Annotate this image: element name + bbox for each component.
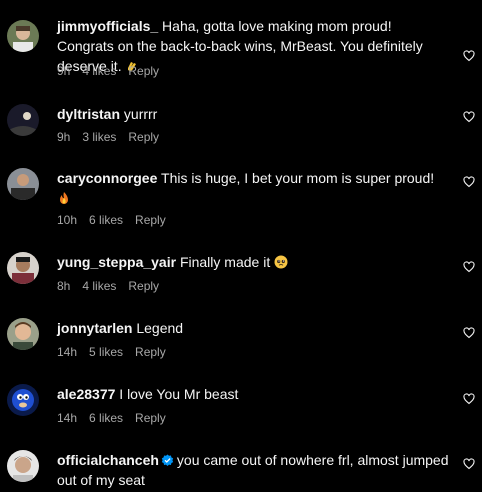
comment-meta: 8h 4 likes Reply	[57, 278, 171, 294]
like-heart-icon[interactable]	[463, 50, 475, 62]
comment-time: 9h	[57, 130, 71, 144]
comment-text: yurrrr	[120, 106, 158, 122]
reply-button[interactable]: Reply	[135, 410, 166, 426]
comment-body: yung_steppa_yair Finally made it	[57, 252, 450, 272]
like-heart-icon[interactable]	[463, 176, 475, 188]
comment-body: ale28377 I love You Mr beast	[57, 384, 450, 404]
comment-username[interactable]: jonnytarlen	[57, 320, 132, 336]
reply-button[interactable]: Reply	[128, 278, 159, 294]
comment-meta: 9h 4 likes Reply	[57, 63, 171, 79]
comment-body: dyltristan yurrrr	[57, 104, 450, 124]
like-heart-icon[interactable]	[463, 327, 475, 339]
comment-text: Finally made it	[176, 254, 275, 270]
comment-body: caryconnorgee This is huge, I bet your m…	[57, 168, 450, 208]
comment-username[interactable]: dyltristan	[57, 106, 120, 122]
avatar[interactable]	[7, 20, 39, 52]
comment-likes[interactable]: 3 likes	[82, 129, 116, 145]
comment-time: 9h	[57, 64, 71, 78]
comment-text: This is huge, I bet your mom is super pr…	[157, 170, 435, 186]
avatar[interactable]	[7, 252, 39, 284]
comment-time: 8h	[57, 279, 71, 293]
comment-username[interactable]: jimmyofficials_	[57, 18, 158, 34]
avatar[interactable]	[7, 384, 39, 416]
comment-meta: 14h 6 likes Reply	[57, 410, 178, 426]
comment-likes[interactable]: 5 likes	[89, 344, 123, 360]
comment-time: 14h	[57, 411, 78, 425]
like-heart-icon[interactable]	[463, 458, 475, 470]
reply-button[interactable]: Reply	[135, 344, 166, 360]
like-heart-icon[interactable]	[463, 261, 475, 273]
comment-time: 10h	[57, 213, 78, 227]
comment-likes[interactable]: 6 likes	[89, 410, 123, 426]
verified-badge-icon	[161, 454, 174, 467]
avatar[interactable]	[7, 318, 39, 350]
comment-likes[interactable]: 4 likes	[82, 278, 116, 294]
comment-body: officialchanceh you came out of nowhere f…	[57, 450, 450, 490]
avatar[interactable]	[7, 104, 39, 136]
comment-username[interactable]: ale28377	[57, 386, 115, 402]
reply-button[interactable]: Reply	[128, 129, 159, 145]
comment-text: Legend	[132, 320, 184, 336]
comment-likes[interactable]: 4 likes	[82, 63, 116, 79]
avatar[interactable]	[7, 450, 39, 482]
comment-likes[interactable]: 6 likes	[89, 212, 123, 228]
avatar[interactable]	[7, 168, 39, 200]
comment-username[interactable]: yung_steppa_yair	[57, 254, 176, 270]
fire-icon	[57, 191, 71, 205]
comment-text: I love You Mr beast	[115, 386, 239, 402]
comment-username[interactable]: caryconnorgee	[57, 170, 157, 186]
comment-body: jonnytarlen Legend	[57, 318, 450, 338]
pleading-face-icon	[274, 255, 288, 269]
like-heart-icon[interactable]	[463, 111, 475, 123]
comment-time: 14h	[57, 345, 78, 359]
comment-username[interactable]: officialchanceh	[57, 452, 159, 468]
reply-button[interactable]: Reply	[135, 212, 166, 228]
comment-meta: 14h 5 likes Reply	[57, 344, 178, 360]
comment-meta: 9h 3 likes Reply	[57, 129, 171, 145]
like-heart-icon[interactable]	[463, 393, 475, 405]
comment-meta: 10h 6 likes Reply	[57, 212, 178, 228]
reply-button[interactable]: Reply	[128, 63, 159, 79]
